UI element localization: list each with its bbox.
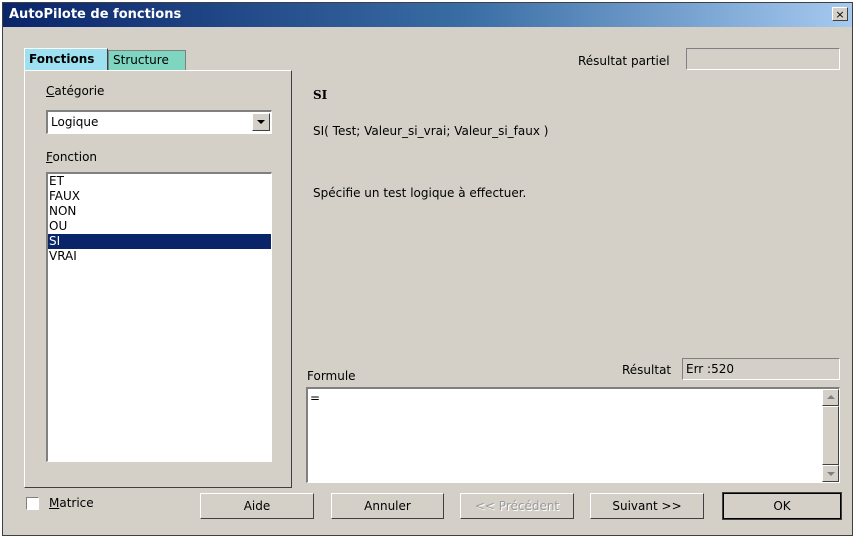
category-label: Catégorie (46, 84, 105, 98)
tab-structure[interactable]: Structure (108, 50, 186, 70)
partial-result-field (686, 48, 840, 70)
tab-fonctions[interactable]: Fonctions (24, 48, 108, 70)
chevron-down-icon[interactable] (252, 113, 270, 131)
close-button[interactable]: × (832, 7, 848, 21)
list-item[interactable]: OU (48, 219, 271, 234)
category-select[interactable]: Logique (46, 110, 272, 134)
ok-button[interactable]: OK (722, 492, 842, 520)
scroll-up-icon[interactable] (822, 389, 839, 406)
help-button[interactable]: Aide (200, 493, 314, 519)
cancel-button[interactable]: Annuler (331, 493, 444, 519)
formula-label: Formule (307, 369, 356, 383)
window-title: AutoPilote de fonctions (9, 7, 182, 22)
function-name: SI (313, 88, 328, 102)
formula-text[interactable]: = (310, 391, 320, 405)
list-item[interactable]: FAUX (48, 189, 271, 204)
matrix-checkbox[interactable] (26, 497, 39, 510)
category-selected-value: Logique (51, 115, 99, 129)
list-item[interactable]: VRAI (48, 249, 271, 264)
scroll-down-icon[interactable] (822, 465, 839, 482)
partial-result-label: Résultat partiel (578, 54, 670, 68)
function-label: Fonction (46, 150, 98, 164)
formula-input[interactable]: = (306, 387, 840, 483)
previous-button[interactable]: << Précédent (460, 493, 574, 519)
result-label: Résultat (622, 363, 672, 377)
result-value: Err :520 (686, 362, 734, 376)
scroll-thumb[interactable] (822, 406, 839, 465)
matrix-label: Matrice (49, 496, 94, 510)
list-item-selected[interactable]: SI (48, 234, 271, 249)
function-listbox[interactable]: ET FAUX NON OU SI VRAI (46, 172, 272, 462)
list-item[interactable]: NON (48, 204, 271, 219)
function-syntax: SI( Test; Valeur_si_vrai; Valeur_si_faux… (313, 124, 549, 138)
formula-scrollbar[interactable] (822, 389, 839, 482)
list-item[interactable]: ET (48, 174, 271, 189)
result-field: Err :520 (682, 358, 840, 380)
title-bar[interactable]: AutoPilote de fonctions × (3, 3, 852, 27)
next-button[interactable]: Suivant >> (590, 493, 704, 519)
close-icon: × (835, 8, 845, 21)
function-description: Spécifie un test logique à effectuer. (313, 186, 527, 200)
